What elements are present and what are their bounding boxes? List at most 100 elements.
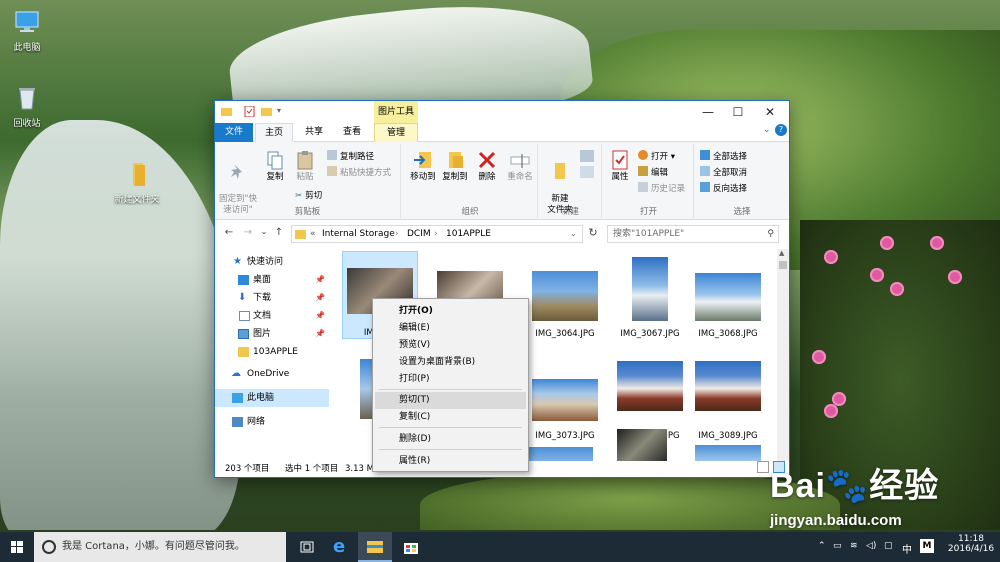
menu-item-edit[interactable]: 编辑(E)	[375, 320, 526, 337]
properties-button[interactable]: 属性	[606, 150, 634, 183]
clock[interactable]: 11:18 2016/4/16	[944, 534, 998, 554]
easy-access-icon[interactable]	[580, 166, 594, 178]
pin-icon: 📌	[315, 329, 325, 338]
menu-item-open[interactable]: 打开(O)	[375, 303, 526, 320]
nav-network[interactable]: 网络	[215, 413, 329, 431]
select-none-button[interactable]: 全部取消	[700, 166, 747, 179]
file-item[interactable]: IMG_3088.JPG	[612, 353, 688, 441]
menu-item-copy[interactable]: 复制(C)	[375, 409, 526, 426]
nav-this-pc[interactable]: 此电脑	[215, 389, 329, 407]
menu-item-properties[interactable]: 属性(R)	[375, 453, 526, 470]
search-icon: ⚲	[767, 229, 774, 239]
scroll-up-icon[interactable]: ▲	[779, 249, 784, 257]
copy-to-button[interactable]: 复制到	[439, 150, 471, 183]
cut-button[interactable]: ✂ 剪切	[295, 190, 322, 202]
taskbar-file-explorer[interactable]	[358, 532, 392, 562]
nav-onedrive[interactable]: ☁ OneDrive	[215, 365, 329, 383]
breadcrumb-101apple[interactable]: 101APPLE	[446, 226, 491, 242]
address-bar[interactable]: « Internal Storage › DCIM › 101APPLE ⌄	[291, 225, 583, 243]
recent-locations-icon[interactable]: ⌄	[258, 227, 270, 241]
open-button[interactable]: 打开 ▾	[638, 150, 675, 163]
quick-access-dropdown-icon[interactable]: ▾	[277, 106, 288, 117]
menu-item-cut[interactable]: 剪切(T)	[375, 392, 526, 409]
battery-icon[interactable]: ▭	[833, 541, 842, 551]
minimize-button[interactable]: —	[693, 101, 723, 123]
paste-button[interactable]: 粘贴	[291, 150, 319, 183]
copy-button[interactable]: 复制	[261, 150, 289, 183]
help-icon[interactable]: ?	[775, 124, 787, 136]
copy-path-button[interactable]: 复制路径	[327, 150, 374, 163]
image-thumbnail[interactable]	[617, 429, 667, 461]
edit-button[interactable]: 编辑	[638, 166, 668, 179]
new-folder-icon[interactable]	[261, 106, 272, 117]
nav-downloads[interactable]: ⬇ 下载 📌	[215, 289, 329, 307]
forward-button[interactable]: →	[242, 227, 254, 241]
search-input[interactable]: 搜索"101APPLE" ⚲	[607, 225, 779, 243]
menu-separator	[379, 389, 522, 390]
cortana-search-box[interactable]: 我是 Cortana，小娜。有问题尽管问我。	[34, 532, 286, 562]
desktop-icon-this-pc[interactable]: 此电脑	[0, 8, 62, 53]
image-thumbnail[interactable]	[695, 445, 761, 461]
menu-item-delete[interactable]: 删除(D)	[375, 431, 526, 448]
nav-documents[interactable]: 文档 📌	[215, 307, 329, 325]
properties-icon[interactable]	[244, 106, 255, 117]
ime-mode-indicator[interactable]: M	[920, 539, 934, 553]
rename-icon	[510, 154, 530, 168]
scroll-thumb[interactable]	[779, 261, 787, 269]
file-item[interactable]: IMG_3067.JPG	[612, 251, 688, 339]
breadcrumb-dcim[interactable]: DCIM	[407, 226, 431, 242]
volume-icon[interactable]: ◁)	[866, 541, 876, 551]
start-button[interactable]	[0, 532, 34, 562]
file-item[interactable]: IMG_3089.JPG	[690, 353, 766, 441]
tab-share[interactable]: 共享	[295, 123, 333, 142]
details-view-icon[interactable]	[757, 461, 769, 473]
menu-item-preview[interactable]: 预览(V)	[375, 337, 526, 354]
rename-button[interactable]: 重命名	[503, 150, 537, 183]
breadcrumb-internal-storage[interactable]: Internal Storage	[322, 226, 395, 242]
vertical-scrollbar[interactable]: ▲	[777, 249, 789, 461]
clipboard-group: 固定到"快 速访问" 复制 粘贴 复制路径 粘贴快捷方式 ✂ 剪切 剪贴板	[215, 144, 401, 218]
back-button[interactable]: ←	[223, 227, 235, 241]
tab-home[interactable]: 主页	[255, 123, 293, 142]
menu-item-set-desktop-background[interactable]: 设置为桌面背景(B)	[375, 354, 526, 371]
action-center-icon[interactable]: ▢	[884, 541, 893, 551]
nav-desktop[interactable]: 桌面 📌	[215, 271, 329, 289]
copy-to-icon	[449, 152, 463, 168]
menu-separator	[379, 449, 522, 450]
delete-button[interactable]: 删除	[471, 150, 503, 183]
new-folder-icon	[555, 163, 565, 179]
ime-language-indicator[interactable]: 中	[902, 541, 912, 556]
paste-shortcut-button[interactable]: 粘贴快捷方式	[327, 166, 391, 179]
move-to-button[interactable]: 移动到	[407, 150, 439, 183]
computer-icon	[15, 11, 39, 32]
task-view-button[interactable]	[290, 532, 324, 562]
file-item[interactable]: IMG_3064.JPG	[527, 251, 603, 339]
menu-item-print[interactable]: 打印(P)	[375, 371, 526, 388]
tab-view[interactable]: 查看	[333, 123, 371, 142]
desktop-icon-recycle-bin[interactable]: 回收站	[0, 84, 62, 129]
up-button[interactable]: ↑	[273, 227, 285, 241]
maximize-button[interactable]: ☐	[723, 101, 753, 123]
tab-file[interactable]: 文件	[215, 123, 253, 142]
desktop-icon-new-folder[interactable]: 新建文件夹	[102, 160, 172, 205]
taskbar-store[interactable]	[394, 532, 428, 562]
address-dropdown-icon[interactable]: ⌄	[570, 226, 577, 242]
ribbon-expand-icon[interactable]: ⌄	[763, 125, 771, 135]
history-button[interactable]: 历史记录	[638, 182, 685, 195]
file-item[interactable]: IMG_3073.JPG	[527, 353, 603, 441]
refresh-icon[interactable]: ↻	[587, 226, 599, 240]
network-icon[interactable]: ≋	[850, 541, 858, 551]
taskbar-edge[interactable]: e	[324, 532, 358, 562]
select-all-button[interactable]: 全部选择	[700, 150, 747, 163]
nav-quick-access[interactable]: ★ 快速访问	[215, 253, 329, 271]
nav-103apple[interactable]: 103APPLE	[215, 343, 329, 361]
image-thumbnail[interactable]	[527, 447, 593, 461]
tab-manage[interactable]: 管理	[374, 123, 418, 142]
select-none-icon	[700, 166, 710, 176]
close-button[interactable]: ✕	[755, 101, 785, 123]
new-item-icon[interactable]	[580, 150, 594, 162]
invert-selection-button[interactable]: 反向选择	[700, 182, 747, 195]
file-item[interactable]: IMG_3068.JPG	[690, 251, 766, 339]
people-icon[interactable]: ⌃	[818, 541, 826, 551]
nav-pictures[interactable]: 图片 📌	[215, 325, 329, 343]
